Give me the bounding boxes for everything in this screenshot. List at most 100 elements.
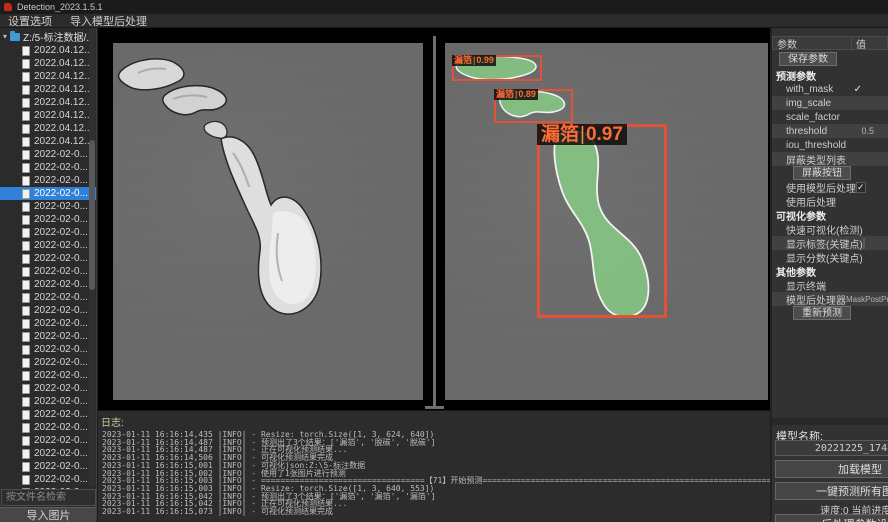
tree-scrollbar-thumb[interactable] bbox=[89, 140, 95, 290]
tree-item-label: 2022-02-0... bbox=[34, 188, 88, 199]
file-icon bbox=[22, 293, 30, 303]
tree-item[interactable]: 2022-02-0... bbox=[0, 356, 97, 369]
tree-item[interactable]: 2022-02-0... bbox=[0, 460, 97, 473]
detection-box[interactable]: 漏箔|0.97 bbox=[537, 124, 667, 318]
tree-item[interactable]: 2022.04.12... bbox=[0, 70, 97, 83]
tree-item-label: 2022-02-0... bbox=[34, 240, 88, 251]
viewer-splitter[interactable] bbox=[433, 36, 436, 408]
viewer-splitter-handle[interactable] bbox=[425, 406, 444, 409]
save-params-row: 保存参数 bbox=[772, 50, 888, 68]
param-label: img_scale bbox=[786, 98, 831, 109]
save-params-button[interactable]: 保存参数 bbox=[779, 52, 837, 66]
prediction-image-viewer[interactable]: 漏箔|0.99 漏箔|0.89漏箔|0.97 bbox=[445, 43, 768, 400]
tree-item[interactable]: 2022-02-0... bbox=[0, 291, 97, 304]
menu-import-model-postprocess[interactable]: 导入模型后处理 bbox=[70, 13, 147, 29]
param-model-postprocessor[interactable]: 模型后处理器MaskPostPro bbox=[772, 292, 888, 306]
tree-item-label: 2022-02-0... bbox=[34, 370, 88, 381]
tree-root-node[interactable]: ▾ Z:/5-标注数据/... bbox=[0, 30, 97, 43]
tree-scrollbar[interactable] bbox=[89, 28, 95, 486]
tree-item-label: 2022.04.12... bbox=[34, 84, 92, 95]
tree-item[interactable]: 2022-02-0... bbox=[0, 434, 97, 447]
param-show-scores[interactable]: 显示分数(关键点) bbox=[772, 250, 888, 264]
tree-item[interactable]: 2022.04.12... bbox=[0, 83, 97, 96]
param-img-scale[interactable]: img_scale bbox=[772, 96, 888, 110]
checkbox-empty[interactable] bbox=[863, 238, 865, 249]
param-label: 显示标签(关键点) bbox=[786, 236, 863, 251]
log-lines[interactable]: 2023-01-11 16:16:14,435 |INFO| - Resize:… bbox=[98, 431, 770, 516]
detection-label: 漏箔|0.97 bbox=[537, 124, 627, 145]
tree-item[interactable]: 2022-02-0... bbox=[0, 382, 97, 395]
search-input[interactable] bbox=[1, 489, 96, 506]
predict-all-button[interactable]: 一键预测所有图片 bbox=[775, 482, 888, 500]
tree-item[interactable]: 2022-02-0... bbox=[0, 473, 97, 486]
tree-item-label: 2022.04.12... bbox=[34, 123, 92, 134]
log-title: 日志: bbox=[98, 411, 770, 431]
tree-item[interactable]: 2022.04.12... bbox=[0, 44, 97, 57]
source-image-viewer[interactable] bbox=[113, 43, 423, 400]
import-images-button[interactable]: 导入图片 bbox=[0, 507, 97, 522]
param-threshold[interactable]: threshold0.5 bbox=[772, 124, 888, 138]
tree-item[interactable]: 2022-02-0... bbox=[0, 278, 97, 291]
tree-item[interactable]: 2022-02-0... bbox=[0, 239, 97, 252]
param-iou-threshold[interactable]: iou_threshold bbox=[772, 138, 888, 152]
param-value: 0.5 bbox=[861, 126, 874, 136]
tree-item[interactable]: 2022.04.12... bbox=[0, 96, 97, 109]
tree-item[interactable]: 2022-02-0... bbox=[0, 343, 97, 356]
tree-item[interactable]: 2022-02-0... bbox=[0, 213, 97, 226]
tree-item[interactable]: 2022-02-0... bbox=[0, 369, 97, 382]
tree-item[interactable]: 2022-02-0... bbox=[0, 265, 97, 278]
tree-item-label: 2022-02-0... bbox=[34, 162, 88, 173]
tree-item[interactable]: 2022.04.12... bbox=[0, 109, 97, 122]
file-icon bbox=[22, 150, 30, 160]
menu-settings[interactable]: 设置选项 bbox=[8, 13, 52, 29]
param-label: iou_threshold bbox=[786, 140, 846, 151]
tree-item-label: 2022-02-0... bbox=[34, 448, 88, 459]
param-show-terminal[interactable]: 显示终端 bbox=[772, 278, 888, 292]
tree-item-label: 2022-02-0... bbox=[34, 292, 88, 303]
tree-item-label: 2022.04.12... bbox=[34, 110, 92, 121]
postprocess-settings-button[interactable]: 后处理参数设置 bbox=[775, 514, 888, 522]
file-icon bbox=[22, 410, 30, 420]
detection-label: 漏箔|0.99 bbox=[452, 55, 496, 66]
param-show-labels[interactable]: 显示标签(关键点) bbox=[772, 236, 888, 250]
tree-item[interactable]: 2022-02-0... bbox=[0, 252, 97, 265]
tree-item[interactable]: 2022-02-0... bbox=[0, 226, 97, 239]
tree-item[interactable]: 2022.04.12... bbox=[0, 122, 97, 135]
tree-item[interactable]: 2022-02-0... bbox=[0, 330, 97, 343]
checkmark-icon[interactable]: ✓ bbox=[854, 84, 862, 95]
tree-item[interactable]: 2022-02-0... bbox=[0, 161, 97, 174]
tree-item[interactable]: 2022-02-0... bbox=[0, 200, 97, 213]
tree-item[interactable]: 2022-02-0... bbox=[0, 317, 97, 330]
detection-box[interactable]: 漏箔|0.99 bbox=[452, 55, 542, 81]
file-icon bbox=[22, 319, 30, 329]
detection-box[interactable]: 漏箔|0.89 bbox=[494, 89, 573, 123]
tree-item[interactable]: 2022-02-0... bbox=[0, 408, 97, 421]
mask-button[interactable]: 屏蔽按钮 bbox=[793, 166, 851, 180]
checkbox-checked[interactable]: ✓ bbox=[856, 182, 866, 193]
tree-item[interactable]: 2022-02-0... bbox=[0, 304, 97, 317]
param-use-postprocess[interactable]: 使用后处理 bbox=[772, 194, 888, 208]
file-icon bbox=[22, 384, 30, 394]
chevron-down-icon[interactable]: ▾ bbox=[3, 32, 7, 41]
tree-item[interactable]: 2022-02-0... bbox=[0, 148, 97, 161]
tree-item-label: 2022-02-0... bbox=[34, 305, 88, 316]
tree-item[interactable]: 2022-02-0... bbox=[0, 174, 97, 187]
param-use-model-postprocess[interactable]: 使用模型后处理✓ bbox=[772, 180, 888, 194]
param-with-mask[interactable]: with_mask✓ bbox=[772, 82, 888, 96]
tree-item[interactable]: 2022-02-0... bbox=[0, 421, 97, 434]
model-section-separator bbox=[772, 418, 888, 425]
tree-item[interactable]: 2022-02-0... bbox=[0, 395, 97, 408]
re-predict-button[interactable]: 重新预测 bbox=[793, 306, 851, 320]
tree-item-label: 2022-02-0... bbox=[34, 357, 88, 368]
model-id-field[interactable]: 20221225_174813 bbox=[775, 440, 888, 456]
tree-item[interactable]: 2022-02-0... bbox=[0, 447, 97, 460]
load-model-button[interactable]: 加载模型 bbox=[775, 460, 888, 478]
tree-item[interactable]: 2022.04.12... bbox=[0, 135, 97, 148]
tree-item[interactable]: 2022.04.12... bbox=[0, 57, 97, 70]
tree-item[interactable]: 2022-02-0... bbox=[0, 187, 97, 200]
param-fast-visualize[interactable]: 快速可视化(检测) bbox=[772, 222, 888, 236]
param-mask-type-list[interactable]: 屏蔽类型列表 bbox=[772, 152, 888, 166]
param-scale-factor[interactable]: scale_factor bbox=[772, 110, 888, 124]
file-icon bbox=[22, 332, 30, 342]
detection-score: 0.99 bbox=[476, 56, 494, 65]
